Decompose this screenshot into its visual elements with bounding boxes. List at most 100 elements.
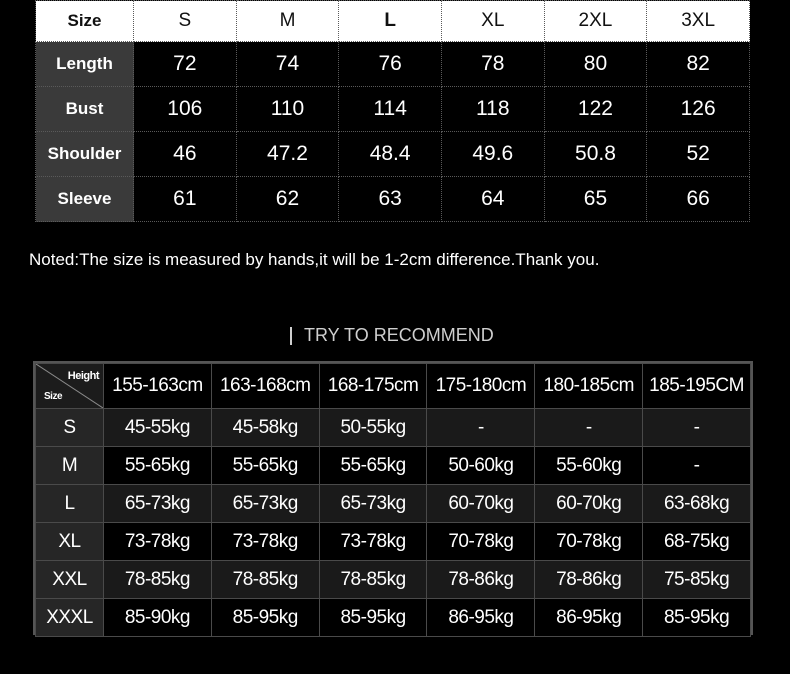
table-cell: 55-65kg <box>103 446 212 485</box>
recommend-row-xxl: XXL 78-85kg 78-85kg 78-85kg 78-86kg 78-8… <box>35 560 751 599</box>
table-cell: 78-85kg <box>210 560 320 599</box>
recommend-row-xl: XL 73-78kg 73-78kg 73-78kg 70-78kg 70-78… <box>35 522 751 561</box>
height-col-header: 155-163cm <box>103 363 212 409</box>
table-cell: 70-78kg <box>534 522 644 561</box>
table-cell: 85-90kg <box>103 598 212 637</box>
size-col-header: M <box>235 0 340 42</box>
table-cell: 60-70kg <box>534 484 644 523</box>
table-cell: 80 <box>543 41 648 87</box>
table-cell: 78-85kg <box>318 560 428 599</box>
table-cell: 55-65kg <box>210 446 320 485</box>
table-cell: 47.2 <box>235 131 340 177</box>
table-cell: 66 <box>646 176 750 222</box>
recommend-heading: TRY TO RECOMMEND <box>290 325 494 346</box>
table-cell: 68-75kg <box>642 522 751 561</box>
size-chart-row-length: Length 72 74 76 78 80 82 <box>35 41 750 87</box>
table-cell: 55-60kg <box>534 446 644 485</box>
corner-size-label: Size <box>44 391 63 402</box>
table-cell: 45-55kg <box>103 408 212 447</box>
table-cell: 65-73kg <box>103 484 212 523</box>
size-row-label: XXL <box>35 560 104 599</box>
measurement-note: Noted:The size is measured by hands,it w… <box>29 250 600 269</box>
size-row-label: XXXL <box>35 598 104 637</box>
corner-height-label: Height <box>67 370 100 382</box>
row-label: Bust <box>35 86 134 132</box>
recommend-row-s: S 45-55kg 45-58kg 50-55kg - - - <box>35 408 751 447</box>
size-col-header: L <box>338 0 442 42</box>
recommend-table-frame: Height Size 155-163cm 163-168cm 168-175c… <box>33 361 753 637</box>
table-cell: 110 <box>235 86 340 132</box>
size-col-header: S <box>133 0 237 42</box>
table-cell: 73-78kg <box>318 522 428 561</box>
table-cell: 65-73kg <box>318 484 428 523</box>
row-label: Sleeve <box>35 176 134 222</box>
table-cell: 52 <box>646 131 750 177</box>
table-cell: - <box>426 408 536 447</box>
recommend-table: Height Size 155-163cm 163-168cm 168-175c… <box>35 363 751 637</box>
table-cell: 49.6 <box>440 131 545 177</box>
recommend-header-row: Height Size 155-163cm 163-168cm 168-175c… <box>35 363 751 409</box>
height-col-header: 180-185cm <box>534 363 644 409</box>
table-cell: 50-55kg <box>318 408 428 447</box>
height-col-header: 185-195CM <box>642 363 751 409</box>
table-cell: 55-65kg <box>318 446 428 485</box>
table-cell: 65-73kg <box>210 484 320 523</box>
size-chart-row-sleeve: Sleeve 61 62 63 64 65 66 <box>35 176 750 222</box>
size-col-header: XL <box>440 0 545 42</box>
table-cell: 65 <box>543 176 648 222</box>
table-cell: 46 <box>133 131 237 177</box>
recommend-row-xxxl: XXXL 85-90kg 85-95kg 85-95kg 86-95kg 86-… <box>35 598 751 637</box>
table-cell: 45-58kg <box>210 408 320 447</box>
table-cell: 60-70kg <box>426 484 536 523</box>
size-chart-row-bust: Bust 106 110 114 118 122 126 <box>35 86 750 132</box>
table-cell: 85-95kg <box>210 598 320 637</box>
size-col-header: 2XL <box>543 0 648 42</box>
table-cell: 74 <box>235 41 340 87</box>
table-cell: 48.4 <box>338 131 442 177</box>
table-cell: - <box>642 446 751 485</box>
table-cell: 73-78kg <box>103 522 212 561</box>
table-cell: 114 <box>338 86 442 132</box>
table-cell: 76 <box>338 41 442 87</box>
table-cell: 85-95kg <box>318 598 428 637</box>
size-row-label: M <box>35 446 104 485</box>
table-cell: 118 <box>440 86 545 132</box>
recommend-title: TRY TO RECOMMEND <box>304 325 494 345</box>
table-cell: 64 <box>440 176 545 222</box>
size-col-header: 3XL <box>646 0 750 42</box>
size-chart-table: Size S M L XL 2XL 3XL Length 72 74 76 78… <box>35 0 750 222</box>
row-label: Length <box>35 41 134 87</box>
table-cell: - <box>534 408 644 447</box>
size-row-label: L <box>35 484 104 523</box>
table-cell: 63-68kg <box>642 484 751 523</box>
table-cell: 106 <box>133 86 237 132</box>
height-col-header: 163-168cm <box>210 363 320 409</box>
table-cell: 50-60kg <box>426 446 536 485</box>
size-header-label: Size <box>35 0 134 42</box>
heading-bar-divider <box>290 326 292 345</box>
table-cell: 78-86kg <box>534 560 644 599</box>
table-cell: 85-95kg <box>642 598 751 637</box>
recommend-row-m: M 55-65kg 55-65kg 55-65kg 50-60kg 55-60k… <box>35 446 751 485</box>
table-cell: - <box>642 408 751 447</box>
table-cell: 75-85kg <box>642 560 751 599</box>
table-cell: 50.8 <box>543 131 648 177</box>
size-chart-row-shoulder: Shoulder 46 47.2 48.4 49.6 50.8 52 <box>35 131 750 177</box>
height-col-header: 175-180cm <box>426 363 536 409</box>
table-cell: 63 <box>338 176 442 222</box>
table-cell: 70-78kg <box>426 522 536 561</box>
row-label: Shoulder <box>35 131 134 177</box>
size-chart-header-row: Size S M L XL 2XL 3XL <box>35 0 750 42</box>
recommend-row-l: L 65-73kg 65-73kg 65-73kg 60-70kg 60-70k… <box>35 484 751 523</box>
table-cell: 78-86kg <box>426 560 536 599</box>
table-cell: 82 <box>646 41 750 87</box>
size-row-label: S <box>35 408 104 447</box>
table-cell: 126 <box>646 86 750 132</box>
table-cell: 86-95kg <box>426 598 536 637</box>
table-cell: 78-85kg <box>103 560 212 599</box>
height-col-header: 168-175cm <box>318 363 428 409</box>
corner-cell: Height Size <box>35 363 104 409</box>
table-cell: 73-78kg <box>210 522 320 561</box>
table-cell: 86-95kg <box>534 598 644 637</box>
table-cell: 72 <box>133 41 237 87</box>
